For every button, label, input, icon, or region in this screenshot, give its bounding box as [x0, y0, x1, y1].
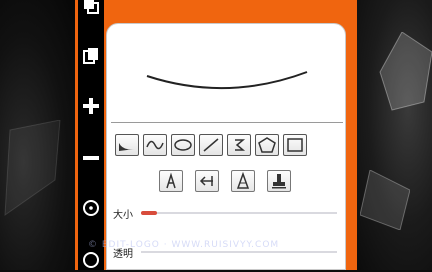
zoom-out-button[interactable]	[80, 146, 102, 170]
copy-button[interactable]	[80, 0, 102, 18]
stroke-style-button[interactable]	[159, 170, 183, 192]
line-button[interactable]	[199, 134, 223, 156]
ellipse-icon	[174, 139, 192, 151]
pentagon-button[interactable]	[255, 134, 279, 156]
rectangle-icon	[287, 138, 303, 152]
freehand-curve-icon	[119, 143, 135, 151]
size-slider[interactable]	[141, 211, 337, 215]
glass-shard-decoration	[379, 32, 432, 111]
sine-wave-icon	[146, 140, 164, 150]
divider	[111, 122, 343, 123]
pentagon-icon	[258, 137, 276, 153]
opacity-slider[interactable]	[141, 250, 337, 254]
arrow-style-icon	[199, 176, 213, 186]
watermark: © EDIT-LOGO · WWW.RUISIVYY.COM	[88, 240, 280, 250]
zoom-in-button[interactable]	[80, 94, 102, 118]
rotate-button[interactable]	[80, 196, 102, 220]
rotate-icon	[83, 200, 99, 216]
stamp-style-icon	[272, 174, 286, 189]
sine-wave-button[interactable]	[143, 134, 167, 156]
zigzag-button[interactable]	[227, 134, 251, 156]
undo-button[interactable]	[80, 248, 102, 272]
glass-shard-decoration-2	[360, 170, 410, 230]
zigzag-icon	[235, 139, 246, 151]
fill-style-icon	[236, 172, 250, 189]
stroke-style-icon	[166, 172, 176, 189]
style-tool-row	[159, 170, 291, 192]
arrow-style-button[interactable]	[195, 170, 219, 192]
size-slider-track	[141, 212, 337, 214]
plus-icon	[83, 98, 99, 114]
size-slider-fill	[141, 211, 157, 215]
size-label: 大小	[113, 210, 133, 221]
opacity-slider-track	[141, 251, 337, 253]
copy-icon	[84, 0, 99, 14]
freehand-curve-button[interactable]	[115, 134, 139, 156]
toolbar	[78, 0, 104, 270]
line-icon	[203, 138, 219, 152]
rectangle-button[interactable]	[283, 134, 307, 156]
sphere-decoration	[4, 120, 61, 217]
brush-settings-panel: 大小 透明	[106, 23, 346, 270]
undo-icon	[83, 252, 99, 268]
shape-tool-row	[115, 134, 307, 156]
layers-button[interactable]	[80, 44, 102, 68]
stroke-preview	[146, 71, 308, 90]
fill-style-button[interactable]	[231, 170, 255, 192]
layers-icon	[83, 48, 98, 64]
stamp-style-button[interactable]	[267, 170, 291, 192]
ellipse-button[interactable]	[171, 134, 195, 156]
minus-icon	[83, 156, 99, 160]
